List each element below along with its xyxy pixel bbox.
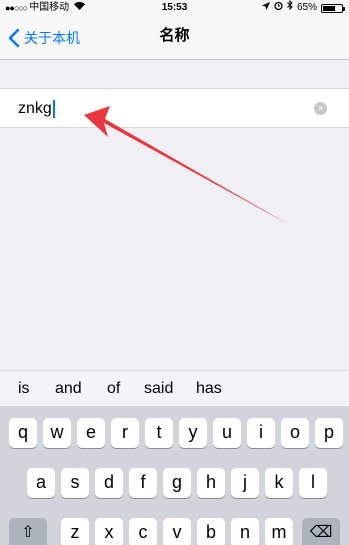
key-d[interactable]: d [95, 468, 123, 498]
suggestion-and[interactable]: and [55, 371, 82, 407]
keyboard: q w e r t y u i o p a s d f g h j k l ⇧ … [0, 406, 349, 545]
key-l[interactable]: l [299, 468, 327, 498]
key-j[interactable]: j [231, 468, 259, 498]
shift-key[interactable]: ⇧ [9, 518, 47, 545]
text-caret [52, 100, 55, 118]
key-a[interactable]: a [27, 468, 55, 498]
key-k[interactable]: k [265, 468, 293, 498]
key-b[interactable]: b [197, 518, 225, 545]
alarm-icon [274, 0, 283, 16]
key-y[interactable]: y [179, 418, 207, 448]
key-e[interactable]: e [77, 418, 105, 448]
name-field-row: znkg × [0, 88, 349, 128]
delete-key[interactable]: ⌫ [302, 518, 340, 545]
navigation-bar: 关于本机 名称 [0, 16, 349, 60]
key-x[interactable]: x [95, 518, 123, 545]
keyboard-row-3: ⇧ z x c v b n m ⌫ [0, 518, 349, 545]
status-bar: ●●○○○ 中国移动 15:53 65% [0, 0, 349, 16]
key-w[interactable]: w [43, 418, 71, 448]
key-z[interactable]: z [61, 518, 89, 545]
key-o[interactable]: o [281, 418, 309, 448]
key-p[interactable]: p [315, 418, 343, 448]
key-i[interactable]: i [247, 418, 275, 448]
battery-fill [323, 5, 335, 11]
key-h[interactable]: h [197, 468, 225, 498]
key-q[interactable]: q [9, 418, 37, 448]
location-icon [261, 0, 270, 16]
suggestion-is[interactable]: is [18, 371, 30, 407]
status-right: 65% [261, 0, 345, 16]
key-m[interactable]: m [265, 518, 293, 545]
clear-icon[interactable]: × [314, 102, 327, 115]
keyboard-row-1: q w e r t y u i o p [0, 418, 349, 448]
battery-percent: 65% [296, 2, 317, 13]
suggestion-said[interactable]: said [144, 371, 173, 407]
key-r[interactable]: r [111, 418, 139, 448]
key-s[interactable]: s [61, 468, 89, 498]
page-title: 名称 [159, 27, 190, 44]
key-n[interactable]: n [231, 518, 259, 545]
keyboard-row-2: a s d f g h j k l [0, 468, 349, 498]
key-u[interactable]: u [213, 418, 241, 448]
key-t[interactable]: t [145, 418, 173, 448]
key-c[interactable]: c [129, 518, 157, 545]
bluetooth-icon [287, 0, 293, 16]
name-input-value: znkg [18, 100, 52, 117]
suggestion-of[interactable]: of [107, 371, 120, 407]
battery-icon [321, 3, 345, 13]
suggestion-has[interactable]: has [196, 371, 222, 407]
predictive-suggestion-bar: is and of said has [0, 370, 349, 406]
name-input[interactable]: znkg [18, 99, 55, 119]
key-g[interactable]: g [163, 468, 191, 498]
key-v[interactable]: v [163, 518, 191, 545]
key-f[interactable]: f [129, 468, 157, 498]
